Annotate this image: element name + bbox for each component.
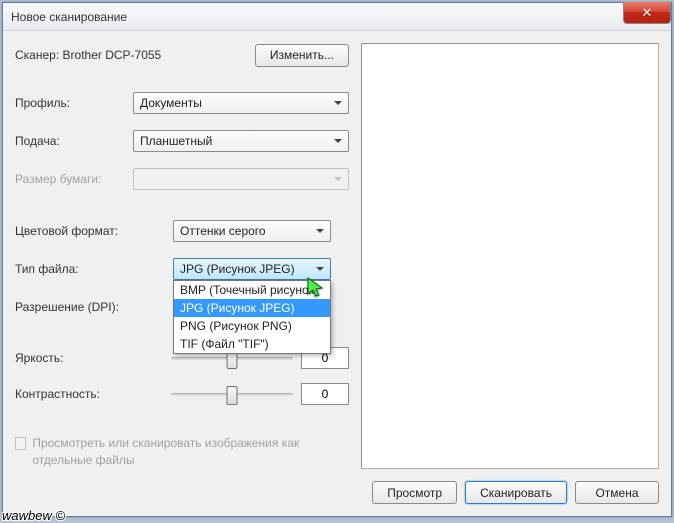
slider-thumb[interactable] [227,386,238,405]
contrast-slider[interactable] [171,393,293,396]
watermark: wawbew © [2,508,65,523]
dpi-label: Разрешение (DPI): [15,300,173,314]
filetype-option-png[interactable]: PNG (Рисунок PNG) [174,317,330,335]
color-format-select[interactable]: Оттенки серого [173,220,331,242]
preview-area [361,43,659,469]
settings-panel: Сканер: Brother DCP-7055 Изменить... Про… [15,43,349,504]
profile-label: Профиль: [15,96,133,110]
feed-select[interactable]: Планшетный [133,130,349,152]
right-panel: Просмотр Сканировать Отмена [361,43,659,504]
preview-button[interactable]: Просмотр [372,481,457,504]
filetype-label: Тип файла: [15,262,173,276]
chevron-down-icon [334,139,342,143]
chevron-down-icon [334,177,342,181]
window-title: Новое сканирование [11,10,127,24]
chevron-down-icon [316,267,324,271]
change-scanner-button[interactable]: Изменить... [255,44,349,67]
cancel-button[interactable]: Отмена [575,481,659,504]
scan-dialog: Новое сканирование Сканер: Brother DCP-7… [2,2,672,517]
contrast-input[interactable] [301,383,349,405]
paper-size-select [133,168,349,190]
footer-buttons: Просмотр Сканировать Отмена [361,469,659,504]
chevron-down-icon [334,101,342,105]
separate-files-label: Просмотреть или сканировать изображения … [32,435,349,469]
contrast-label: Контрастность: [15,387,163,401]
close-button[interactable] [623,2,671,24]
profile-select[interactable]: Документы [133,92,349,114]
brightness-slider[interactable] [171,357,293,360]
titlebar: Новое сканирование [3,3,671,31]
filetype-option-bmp[interactable]: BMP (Точечный рисунок) [174,281,330,299]
scanner-label: Сканер: Brother DCP-7055 [15,48,255,62]
chevron-down-icon [316,229,324,233]
feed-label: Подача: [15,134,133,148]
separate-files-checkbox [15,437,26,450]
brightness-label: Яркость: [15,351,163,365]
filetype-dropdown: BMP (Точечный рисунок) JPG (Рисунок JPEG… [173,280,331,354]
filetype-option-jpg[interactable]: JPG (Рисунок JPEG) [174,299,330,317]
scan-button[interactable]: Сканировать [465,481,567,504]
color-format-label: Цветовой формат: [15,224,173,238]
paper-size-label: Размер бумаги: [15,172,133,186]
filetype-option-tif[interactable]: TIF (Файл "TIF") [174,335,330,353]
filetype-select[interactable]: JPG (Рисунок JPEG) BMP (Точечный рисунок… [173,258,331,280]
content-area: Сканер: Brother DCP-7055 Изменить... Про… [3,31,671,516]
